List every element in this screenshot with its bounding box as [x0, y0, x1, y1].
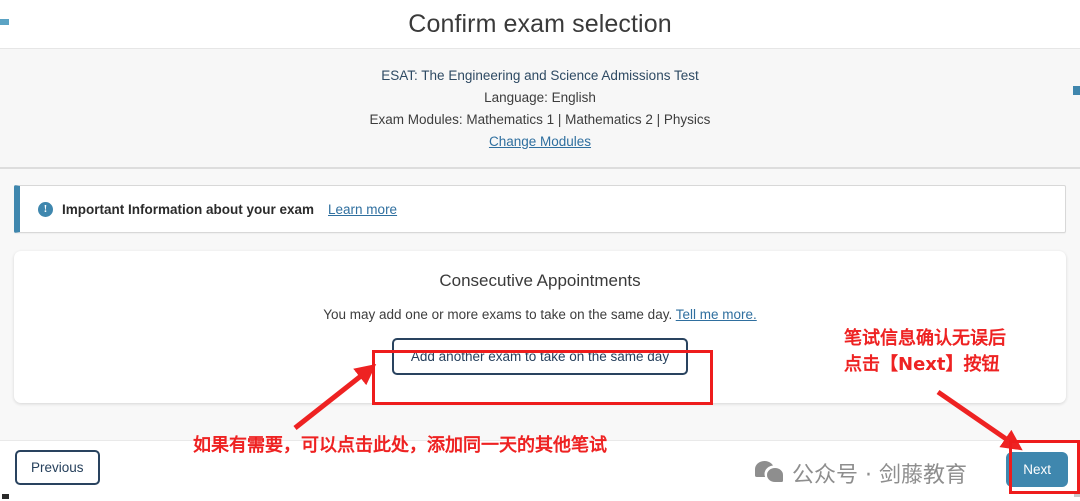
edge-fragment-bottom-left: [2, 494, 9, 499]
footer-bar: Previous Next: [0, 440, 1080, 501]
exam-language-text: Language: English: [484, 90, 596, 105]
consecutive-appointments-subtitle: You may add one or more exams to take on…: [14, 307, 1066, 322]
learn-more-link[interactable]: Learn more: [328, 202, 397, 217]
change-modules-link[interactable]: Change Modules: [489, 134, 591, 149]
consecutive-appointments-card: Consecutive Appointments You may add one…: [14, 251, 1066, 403]
edge-fragment-right: [1073, 86, 1080, 95]
page-title: Confirm exam selection: [408, 9, 672, 38]
info-banner-text: Important Information about your exam: [62, 201, 315, 217]
consecutive-appointments-title: Consecutive Appointments: [439, 271, 641, 290]
info-banner-container: ! Important Information about your exam …: [0, 169, 1080, 233]
important-information-banner: ! Important Information about your exam …: [14, 185, 1066, 233]
tell-me-more-link[interactable]: Tell me more.: [676, 307, 757, 322]
next-button[interactable]: Next: [1006, 452, 1068, 487]
info-circle-icon: !: [38, 201, 53, 217]
consecutive-appointments-subtitle-text: You may add one or more exams to take on…: [323, 307, 673, 322]
edge-fragment-top-left: [0, 19, 9, 25]
add-another-exam-button[interactable]: Add another exam to take on the same day: [391, 338, 689, 375]
previous-button[interactable]: Previous: [15, 450, 100, 485]
exam-summary-panel: ESAT: The Engineering and Science Admiss…: [0, 49, 1080, 169]
edge-fragment-bottom-right: [1074, 491, 1080, 497]
consecutive-appointments-container: Consecutive Appointments You may add one…: [0, 233, 1080, 403]
page-header: Confirm exam selection: [0, 0, 1080, 49]
exam-name-text: ESAT: The Engineering and Science Admiss…: [381, 68, 699, 83]
exam-modules-text: Exam Modules: Mathematics 1 | Mathematic…: [369, 112, 711, 127]
